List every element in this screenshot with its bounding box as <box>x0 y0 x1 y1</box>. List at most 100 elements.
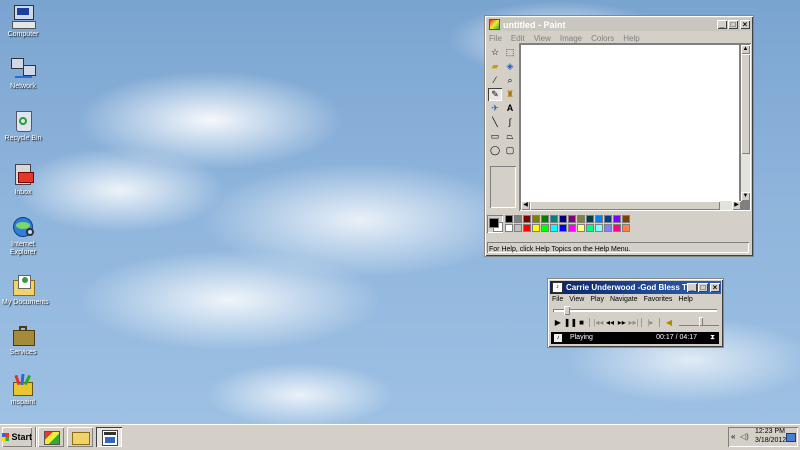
tool-options-box[interactable] <box>490 166 516 208</box>
rewind-icon[interactable]: ◂◂ <box>604 317 616 328</box>
frame-step-icon[interactable]: |▸ <box>644 317 656 328</box>
speaker-icon[interactable]: ◁) <box>740 432 749 441</box>
brush-icon[interactable]: ♜ <box>503 88 517 101</box>
menu-play[interactable]: Play <box>590 296 604 303</box>
minimize-button[interactable]: _ <box>717 20 727 29</box>
rectangle-icon[interactable]: ▭ <box>488 130 502 143</box>
palette-color-swatch[interactable] <box>613 224 621 232</box>
desktop-icon-network[interactable]: Network <box>2 56 44 91</box>
menu-colors[interactable]: Colors <box>591 34 614 43</box>
horizontal-scrollbar[interactable]: ◀ ▶ <box>521 201 741 210</box>
tray-expand-icon[interactable]: « <box>731 432 735 441</box>
paint-window[interactable]: untitled - Paint _ □ × File Edit View Im… <box>484 15 754 257</box>
seek-bar[interactable] <box>553 306 717 315</box>
palette-color-swatch[interactable] <box>586 215 594 223</box>
close-button[interactable]: × <box>710 283 720 292</box>
minimize-button[interactable]: _ <box>687 283 697 292</box>
clock-date[interactable]: 3/18/2012 <box>755 437 786 444</box>
palette-color-swatch[interactable] <box>523 215 531 223</box>
rounded-rectangle-icon[interactable]: ▢ <box>503 144 517 157</box>
palette-color-swatch[interactable] <box>613 215 621 223</box>
palette-color-swatch[interactable] <box>568 224 576 232</box>
palette-color-swatch[interactable] <box>622 224 630 232</box>
clock-time[interactable]: 12:23 PM <box>755 428 785 435</box>
palette-color-swatch[interactable] <box>568 215 576 223</box>
taskbar-media-player-button[interactable] <box>96 427 122 447</box>
palette-color-swatch[interactable] <box>550 224 558 232</box>
palette-color-swatch[interactable] <box>523 224 531 232</box>
palette-color-swatch[interactable] <box>550 215 558 223</box>
palette-color-swatch[interactable] <box>622 215 630 223</box>
vertical-scrollbar[interactable]: ▲ ▼ <box>741 45 750 201</box>
fast-forward-icon[interactable]: ▸▸ <box>616 317 628 328</box>
palette-color-swatch[interactable] <box>595 215 603 223</box>
mini-mode-icon[interactable]: ⧗ <box>710 332 715 344</box>
palette-color-swatch[interactable] <box>541 224 549 232</box>
palette-color-swatch[interactable] <box>541 215 549 223</box>
palette-color-swatch[interactable] <box>595 224 603 232</box>
volume-thumb[interactable] <box>698 317 703 326</box>
media-player-window[interactable]: ♪ Carrie Underwood -God Bless The Bro...… <box>547 278 724 348</box>
menu-file[interactable]: File <box>552 296 563 303</box>
previous-icon[interactable]: |◂◂ <box>592 317 604 328</box>
palette-color-swatch[interactable] <box>514 224 522 232</box>
palette-color-swatch[interactable] <box>604 215 612 223</box>
pause-icon[interactable]: ❚❚ <box>564 317 577 328</box>
menu-view[interactable]: View <box>534 34 551 43</box>
palette-color-swatch[interactable] <box>505 224 513 232</box>
desktop-icon-services[interactable]: Services <box>2 322 44 357</box>
volume-icon[interactable]: ◀ <box>663 317 675 328</box>
paint-titlebar[interactable]: untitled - Paint _ □ × <box>487 18 751 31</box>
rect-select-icon[interactable]: ⬚ <box>503 46 517 59</box>
airbrush-icon[interactable]: ✈ <box>488 102 502 115</box>
vertical-scroll-thumb[interactable] <box>741 54 750 154</box>
scroll-left-icon[interactable]: ◀ <box>521 201 530 210</box>
palette-color-swatch[interactable] <box>577 215 585 223</box>
next-icon[interactable]: ▸▸| <box>628 317 640 328</box>
maximize-button[interactable]: □ <box>698 283 708 292</box>
current-colors[interactable] <box>487 215 503 233</box>
menu-file[interactable]: File <box>489 34 502 43</box>
desktop-icon-internet-explorer[interactable]: Internet Explorer <box>2 214 44 257</box>
palette-color-swatch[interactable] <box>505 215 513 223</box>
palette-color-swatch[interactable] <box>514 215 522 223</box>
text-icon[interactable]: A <box>503 102 517 115</box>
magnifier-icon[interactable]: ⌕ <box>503 74 517 87</box>
desktop-icon-computer[interactable]: Computer <box>2 4 44 39</box>
pick-color-icon[interactable]: ⁄ <box>488 74 502 87</box>
palette-color-swatch[interactable] <box>577 224 585 232</box>
free-select-icon[interactable]: ☆ <box>488 46 502 59</box>
show-desktop-icon[interactable] <box>786 433 796 442</box>
drawing-canvas[interactable] <box>521 45 739 201</box>
stop-icon[interactable]: ■ <box>576 317 588 328</box>
line-icon[interactable]: ╲ <box>488 116 502 129</box>
menu-favorites[interactable]: Favorites <box>644 296 673 303</box>
play-icon[interactable]: ▶ <box>552 317 564 328</box>
palette-color-swatch[interactable] <box>586 224 594 232</box>
desktop-icon-recycle-bin[interactable]: Recycle Bin <box>2 108 44 143</box>
pencil-icon[interactable]: ✎ <box>488 88 502 101</box>
taskbar-explorer-button[interactable] <box>67 427 93 447</box>
scroll-right-icon[interactable]: ▶ <box>732 201 741 210</box>
close-button[interactable]: × <box>740 20 750 29</box>
scroll-down-icon[interactable]: ▼ <box>741 192 750 201</box>
fill-bucket-icon[interactable]: ◈ <box>503 60 517 73</box>
menu-help[interactable]: Help <box>623 34 639 43</box>
eraser-icon[interactable]: ▰ <box>488 60 502 73</box>
palette-color-swatch[interactable] <box>532 215 540 223</box>
menu-image[interactable]: Image <box>560 34 582 43</box>
maximize-button[interactable]: □ <box>728 20 738 29</box>
curve-icon[interactable]: ∫ <box>503 116 517 129</box>
palette-color-swatch[interactable] <box>604 224 612 232</box>
palette-color-swatch[interactable] <box>559 224 567 232</box>
volume-slider[interactable] <box>678 317 719 328</box>
polygon-icon[interactable]: ⏢ <box>503 130 517 143</box>
menu-view[interactable]: View <box>569 296 584 303</box>
palette-color-swatch[interactable] <box>532 224 540 232</box>
horizontal-scroll-thumb[interactable] <box>530 201 720 210</box>
menu-edit[interactable]: Edit <box>511 34 525 43</box>
seek-thumb[interactable] <box>564 306 571 315</box>
taskbar-mspaint-button[interactable] <box>38 427 64 447</box>
menu-navigate[interactable]: Navigate <box>610 296 638 303</box>
desktop-icon-my-documents[interactable]: My Documents <box>2 272 49 307</box>
